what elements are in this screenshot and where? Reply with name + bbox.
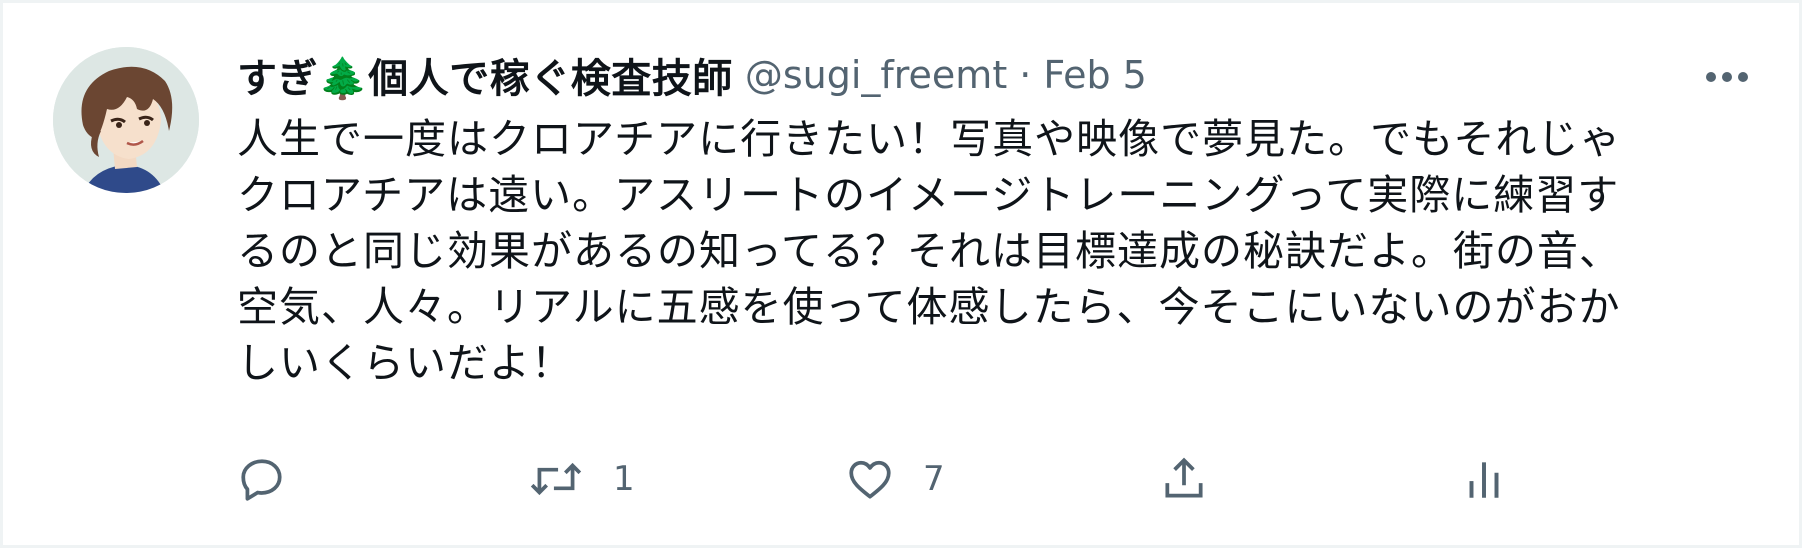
retweet-count: 1 <box>613 459 635 499</box>
heart-icon <box>849 460 891 499</box>
tweet-text: 人生で一度はクロアチアに行きたい！写真や映像で夢見た。でもそれじゃ クロアチアは… <box>237 115 1622 387</box>
more-dots-icon <box>1706 72 1748 82</box>
analytics-icon <box>1469 462 1499 498</box>
tweet-date[interactable]: Feb 5 <box>1043 53 1147 97</box>
retweet-icon <box>530 462 582 496</box>
share-button[interactable] <box>1159 443 1237 515</box>
like-count: 7 <box>923 459 945 499</box>
avatar[interactable] <box>53 47 199 193</box>
display-name[interactable]: すぎ🌲個人で稼ぐ検査技師 <box>237 46 733 104</box>
retweet-button[interactable]: 1 <box>527 443 635 515</box>
more-options-button[interactable] <box>1699 55 1755 99</box>
reply-button[interactable] <box>237 443 315 515</box>
tweet-header: すぎ🌲個人で稼ぐ検査技師 @sugi_freemt · Feb 5 <box>237 47 1147 103</box>
avatar-illustration-icon <box>53 47 199 193</box>
share-icon <box>1165 457 1203 498</box>
reply-icon <box>241 459 282 501</box>
separator-dot: · <box>1019 53 1032 97</box>
tweet-card[interactable]: すぎ🌲個人で稼ぐ検査技師 @sugi_freemt · Feb 5 人生で一度は… <box>0 0 1802 548</box>
user-handle[interactable]: @sugi_freemt <box>745 53 1007 97</box>
like-button[interactable]: 7 <box>845 443 945 515</box>
analytics-button[interactable] <box>1459 443 1537 515</box>
action-bar: 1 7 <box>3 443 1802 515</box>
